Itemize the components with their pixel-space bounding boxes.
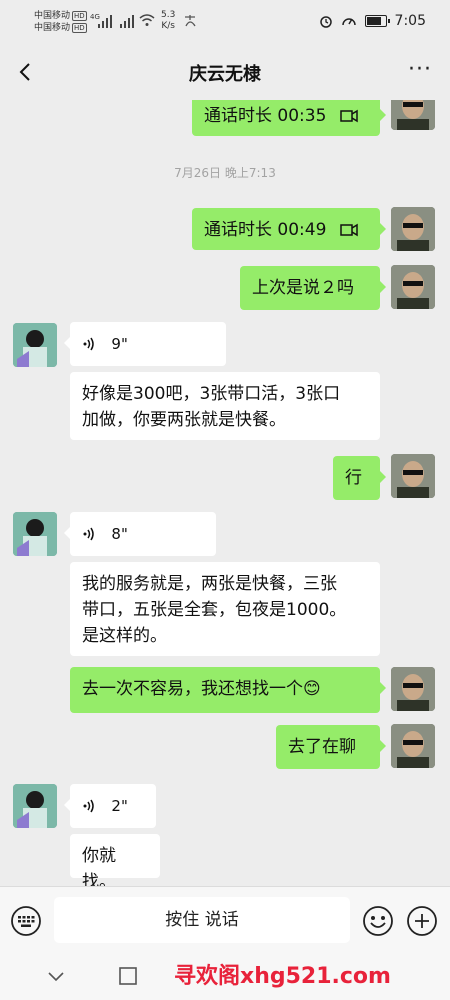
status-bar: 中国移动 HD 中国移动 HD 4G 5.3 K/s 7:05 [0, 0, 450, 44]
app-notification-icon [185, 15, 196, 27]
net-speed-unit: K/s [161, 21, 175, 31]
carrier-info: 中国移动 HD 中国移动 HD [34, 10, 87, 34]
voice-bubble[interactable]: 2" [64, 784, 156, 828]
timestamp: 7月26日 晚上7:13 [174, 166, 276, 180]
watermark-text: 寻欢阁xhg521.com [174, 964, 391, 989]
wifi-icon [139, 14, 155, 26]
text-bubble[interactable]: 去了在聊 [276, 725, 386, 769]
chat-area[interactable]: 通话时长 00:35 7月26日 晚上7:13 通话时长 00:49 上次是说２… [0, 100, 450, 886]
net-speed: 5.3 K/s [161, 10, 175, 32]
contact-avatar[interactable] [13, 784, 57, 828]
voice-icon [83, 337, 94, 351]
text-bubble[interactable]: 去一次不容易，我还想找一个😊 [70, 667, 386, 713]
contact-avatar[interactable] [13, 323, 57, 367]
text-bubble[interactable]: 上次是说２吗 [240, 266, 386, 310]
hd-badge-1: HD [72, 11, 87, 21]
signal-icon-2 [120, 15, 134, 28]
text-bubble[interactable]: 行 [333, 456, 386, 500]
text-line: 是这样的。 [82, 626, 167, 646]
input-bar: 按住 说话 [0, 886, 450, 952]
emoji-icon[interactable] [362, 905, 394, 937]
contact-avatar[interactable] [13, 512, 57, 556]
text-line: 加做，你要两张就是快餐。 [82, 410, 286, 430]
system-nav-bar: 寻欢阁xhg521.com [0, 952, 450, 1000]
voice-duration: 9" [111, 335, 128, 353]
call-duration: 通话时长 00:49 [204, 220, 327, 240]
video-call-icon [340, 109, 358, 123]
text-line: 好像是300吧，3张带口活，3张口 [82, 384, 341, 404]
more-icon[interactable]: ··· [408, 59, 432, 81]
carrier-1: 中国移动 [34, 11, 71, 21]
call-duration: 通话时长 00:35 [204, 106, 327, 126]
chat-header: 庆云无棣 ··· [0, 44, 450, 100]
nav-home-icon[interactable] [118, 966, 138, 986]
text-bubble[interactable]: 好像是300吧，3张带口活，3张口 加做，你要两张就是快餐。 [70, 372, 380, 440]
net-speed-value: 5.3 [161, 10, 176, 20]
voice-duration: 2" [111, 797, 128, 815]
call-bubble[interactable]: 通话时长 00:49 [192, 208, 386, 250]
text-bubble[interactable]: 我的服务就是，两张是快餐，三张 带口，五张是全套，包夜是1000。 是这样的。 [70, 562, 380, 656]
my-avatar[interactable] [391, 265, 435, 309]
carrier-2: 中国移动 [34, 23, 71, 33]
my-avatar[interactable] [391, 100, 435, 130]
speed-gauge-icon [341, 18, 356, 26]
keyboard-voice-icon[interactable] [10, 905, 42, 937]
clock: 7:05 [394, 13, 426, 29]
voice-icon [83, 799, 94, 813]
battery-icon [364, 15, 390, 27]
alarm-icon [319, 16, 332, 28]
hold-to-talk-button[interactable]: 按住 说话 [54, 897, 350, 943]
my-avatar[interactable] [391, 667, 435, 711]
voice-duration: 8" [111, 525, 128, 543]
right-status: 7:05 [319, 13, 426, 29]
video-call-icon [340, 223, 358, 237]
hd-badge-2: HD [72, 23, 87, 33]
my-avatar[interactable] [391, 207, 435, 251]
text-bubble[interactable]: 你就找。 [70, 834, 160, 886]
plus-icon[interactable] [406, 905, 438, 937]
voice-bubble[interactable]: 9" [64, 322, 226, 366]
text-line: 我的服务就是，两张是快餐，三张 [82, 574, 337, 594]
text-line: 带口，五张是全套，包夜是1000。 [82, 600, 347, 620]
voice-bubble[interactable]: 8" [64, 512, 216, 556]
my-avatar[interactable] [391, 454, 435, 498]
call-bubble[interactable]: 通话时长 00:35 [192, 100, 386, 136]
page-title: 庆云无棣 [189, 64, 261, 85]
signal-icon [98, 15, 112, 28]
voice-icon [83, 527, 94, 541]
my-avatar[interactable] [391, 724, 435, 768]
nav-back-icon[interactable] [46, 966, 66, 986]
